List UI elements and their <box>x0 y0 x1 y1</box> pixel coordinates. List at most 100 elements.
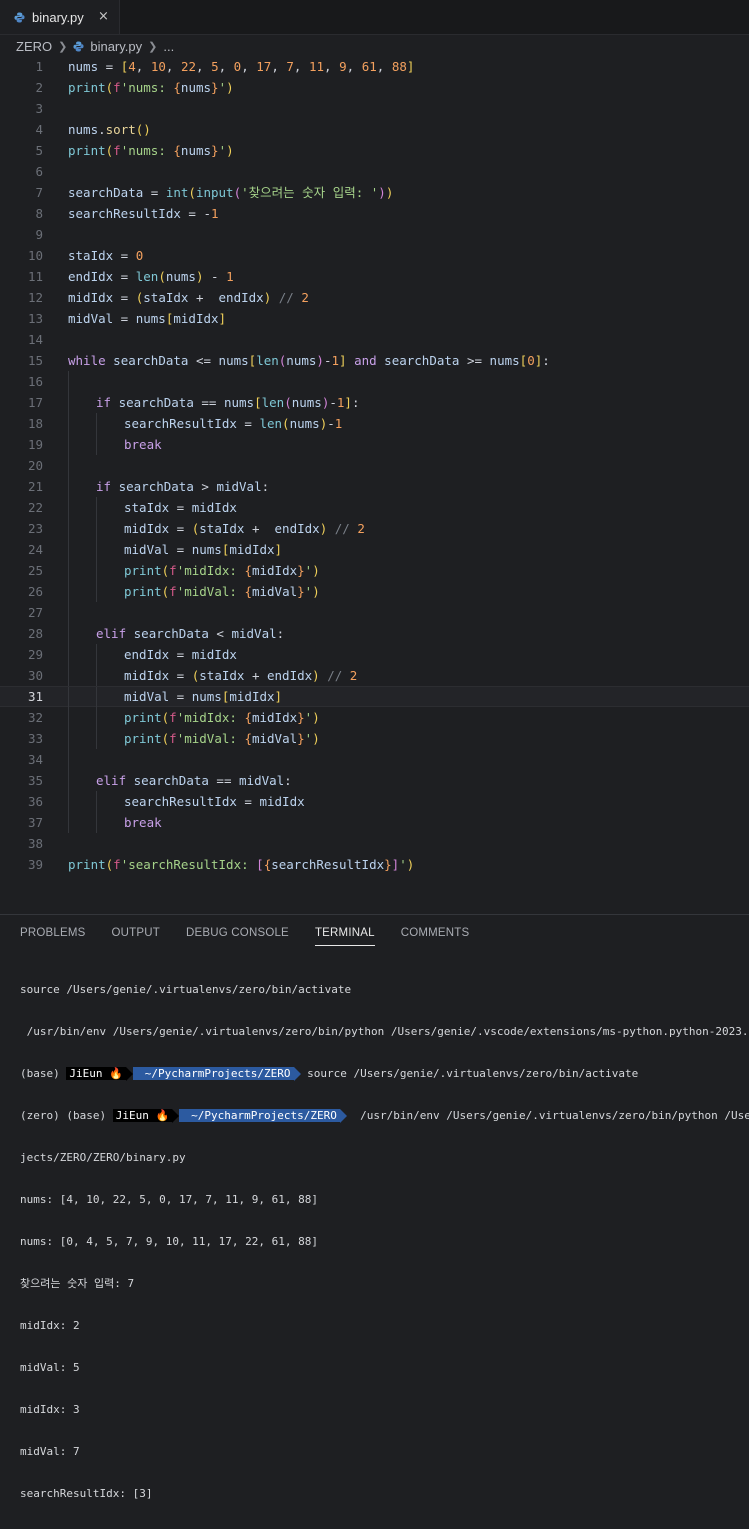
code-line[interactable]: 21 if searchData > midVal: <box>0 476 749 497</box>
tab-problems[interactable]: PROBLEMS <box>20 927 86 946</box>
indent-guide <box>96 539 97 560</box>
tab-output[interactable]: OUTPUT <box>112 927 160 946</box>
code-token: searchData <box>384 353 460 368</box>
code-token: 'nums: <box>120 80 174 95</box>
code-line[interactable]: 20 <box>0 455 749 476</box>
code-text: print(f'nums: {nums}') <box>68 77 234 98</box>
code-line[interactable]: 4 nums.sort() <box>0 119 749 140</box>
tab-terminal[interactable]: TERMINAL <box>314 927 375 946</box>
code-token: nums <box>489 353 520 368</box>
code-token: searchData <box>68 185 144 200</box>
code-line[interactable]: 28 elif searchData < midVal: <box>0 623 749 644</box>
code-line[interactable]: 22 staIdx = midIdx <box>0 497 749 518</box>
code-text: midIdx = (staIdx + endIdx) // 2 <box>124 518 365 539</box>
code-token: searchResultIdx <box>124 416 237 431</box>
code-line[interactable]: 14 <box>0 329 749 350</box>
indent-guide <box>96 518 97 539</box>
code-line[interactable]: 5 print(f'nums: {nums}') <box>0 140 749 161</box>
code-line[interactable]: 32 print(f'midIdx: {midIdx}') <box>0 707 749 728</box>
code-line[interactable]: 30 midIdx = (staIdx + endIdx) // 2 <box>0 665 749 686</box>
code-line[interactable]: 37 break <box>0 812 749 833</box>
code-token: 9 <box>339 59 347 74</box>
terminal[interactable]: source /Users/genie/.virtualenvs/zero/bi… <box>20 955 749 1529</box>
code-token: midIdx <box>124 521 170 536</box>
code-line[interactable]: 27 <box>0 602 749 623</box>
code-line[interactable]: 31 midVal = nums[midIdx] <box>0 686 749 708</box>
code-token: nums <box>180 143 212 158</box>
code-text: staIdx = 0 <box>68 245 143 266</box>
indent-guide <box>96 707 97 728</box>
terminal-prompt: (base) JiEun 🔥 ~/PycharmProjects/ZERO sou… <box>20 1067 749 1081</box>
code-line[interactable]: 1 nums = [4, 10, 22, 5, 0, 17, 7, 11, 9, … <box>0 56 749 77</box>
code-line[interactable]: 13 midVal = nums[midIdx] <box>0 308 749 329</box>
code-token: = <box>143 185 166 200</box>
code-line[interactable]: 34 <box>0 749 749 770</box>
code-line[interactable]: 16 <box>0 371 749 392</box>
code-token: { <box>244 563 252 578</box>
code-token: - <box>329 395 337 410</box>
code-token: { <box>173 143 181 158</box>
code-editor[interactable]: 1 nums = [4, 10, 22, 5, 0, 17, 7, 11, 9, … <box>0 55 749 915</box>
code-line[interactable]: 17 if searchData == nums[len(nums)-1]: <box>0 392 749 413</box>
code-line[interactable]: 25 print(f'midIdx: {midIdx}') <box>0 560 749 581</box>
code-token: = <box>236 794 260 809</box>
code-line[interactable]: 7 searchData = int(input('찾으려는 숫자 입력: ')) <box>0 182 749 203</box>
code-line[interactable]: 39 print(f'searchResultIdx: [{searchResul… <box>0 854 749 875</box>
code-token: , <box>293 59 309 74</box>
breadcrumb-more[interactable]: ... <box>163 39 174 54</box>
code-line[interactable]: 24 midVal = nums[midIdx] <box>0 539 749 560</box>
code-token: 1 <box>211 206 219 221</box>
code-token: 2 <box>301 290 309 305</box>
code-token: = <box>98 59 121 74</box>
code-text: nums.sort() <box>68 119 151 140</box>
code-line[interactable]: 6 <box>0 161 749 182</box>
line-number: 14 <box>27 332 43 347</box>
line-number: 3 <box>35 101 43 116</box>
code-line[interactable]: 23 midIdx = (staIdx + endIdx) // 2 <box>0 518 749 539</box>
code-token: searchResultIdx <box>68 206 181 221</box>
code-token: midVal <box>239 773 285 788</box>
panel-tabs: PROBLEMS OUTPUT DEBUG CONSOLE TERMINAL C… <box>20 927 495 946</box>
code-line[interactable]: 29 endIdx = midIdx <box>0 644 749 665</box>
code-line[interactable]: 10 staIdx = 0 <box>0 245 749 266</box>
code-token: : <box>284 773 292 788</box>
code-line[interactable]: 35 elif searchData == midVal: <box>0 770 749 791</box>
code-line[interactable]: 26 print(f'midVal: {midVal}') <box>0 581 749 602</box>
code-token: print <box>124 710 162 725</box>
code-token: midVal <box>216 479 262 494</box>
tab-binary-py[interactable]: binary.py × <box>0 0 120 34</box>
code-token: = <box>113 269 136 284</box>
terminal-output-line: midVal: 5 <box>20 1361 80 1374</box>
code-line[interactable]: 19 break <box>0 434 749 455</box>
code-text: print(f'midVal: {midVal}') <box>124 728 320 749</box>
code-token: 'midVal: <box>176 584 245 599</box>
code-text: midVal = nums[midIdx] <box>68 308 226 329</box>
code-token: == <box>193 395 224 410</box>
code-line[interactable]: 15 while searchData <= nums[len(nums)-1] … <box>0 350 749 371</box>
code-token: , <box>135 59 151 74</box>
code-token: 11 <box>308 59 325 74</box>
tab-debug-console[interactable]: DEBUG CONSOLE <box>186 927 289 946</box>
code-line[interactable]: 2 print(f'nums: {nums}') <box>0 77 749 98</box>
code-line[interactable]: 33 print(f'midVal: {midVal}') <box>0 728 749 749</box>
code-line[interactable]: 9 <box>0 224 749 245</box>
code-token: staIdx <box>199 668 245 683</box>
tab-comments[interactable]: COMMENTS <box>401 927 470 946</box>
line-number: 30 <box>27 668 43 683</box>
code-line[interactable]: 38 <box>0 833 749 854</box>
breadcrumb-folder[interactable]: ZERO <box>16 39 52 54</box>
code-line[interactable]: 11 endIdx = len(nums) - 1 <box>0 266 749 287</box>
code-line[interactable]: 36 searchResultIdx = midIdx <box>0 791 749 812</box>
indent-guide <box>68 371 69 392</box>
code-token: 10 <box>150 59 166 74</box>
code-line[interactable]: 18 searchResultIdx = len(nums)-1 <box>0 413 749 434</box>
code-line[interactable]: 12 midIdx = (staIdx + endIdx) // 2 <box>0 287 749 308</box>
indent-guide <box>68 728 69 749</box>
breadcrumb-file[interactable]: binary.py <box>90 39 142 54</box>
code-line[interactable]: 8 searchResultIdx = -1 <box>0 203 749 224</box>
code-token: ) <box>312 731 320 746</box>
code-line[interactable]: 3 <box>0 98 749 119</box>
close-tab-icon[interactable]: × <box>98 9 109 24</box>
